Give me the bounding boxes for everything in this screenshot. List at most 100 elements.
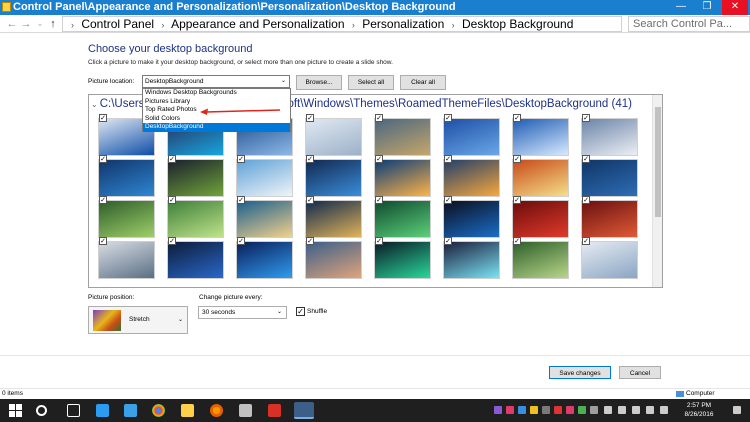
tray-app-icon-2[interactable] — [506, 406, 514, 414]
thumbnail-checkbox[interactable]: ✓ — [237, 155, 245, 163]
thumbnail-checkbox[interactable]: ✓ — [513, 237, 521, 245]
wallpaper-thumbnail[interactable] — [236, 200, 293, 238]
select-all-button[interactable]: Select all — [348, 75, 394, 90]
breadcrumb[interactable]: › Control Panel › Appearance and Persona… — [62, 16, 622, 32]
thumbnail-checkbox[interactable]: ✓ — [168, 196, 176, 204]
printer-icon[interactable] — [239, 404, 252, 417]
thumbnail-checkbox[interactable]: ✓ — [306, 237, 314, 245]
minimize-button[interactable]: — — [668, 0, 694, 15]
wallpaper-thumbnail[interactable] — [512, 200, 569, 238]
thumbnail-checkbox[interactable]: ✓ — [99, 155, 107, 163]
firefox-icon[interactable] — [210, 404, 223, 417]
tray-app-icon-4[interactable] — [530, 406, 538, 414]
scrollbar-thumb[interactable] — [655, 107, 661, 217]
thumbnail-checkbox[interactable]: ✓ — [99, 114, 107, 122]
wallpaper-thumbnail[interactable] — [374, 241, 431, 279]
wallpaper-thumbnail[interactable] — [374, 118, 431, 156]
wallpaper-thumbnail[interactable] — [581, 118, 638, 156]
back-arrow-icon[interactable]: ← — [6, 17, 18, 31]
search-input[interactable]: Search Control Pa... — [628, 16, 750, 32]
wifi-icon[interactable] — [618, 406, 626, 414]
wallpaper-thumbnail[interactable] — [167, 159, 224, 197]
wallpaper-thumbnail[interactable] — [581, 159, 638, 197]
breadcrumb-control-panel[interactable]: Control Panel — [81, 17, 154, 31]
notifications-icon[interactable] — [733, 406, 741, 414]
save-changes-button[interactable]: Save changes — [549, 366, 611, 379]
thumbnail-checkbox[interactable]: ✓ — [168, 237, 176, 245]
calendar-icon[interactable] — [268, 404, 281, 417]
shuffle-checkbox[interactable]: ✓ — [296, 307, 305, 316]
tray-app-icon-1[interactable] — [494, 406, 502, 414]
breadcrumb-appearance[interactable]: Appearance and Personalization — [171, 17, 344, 31]
tray-app-icon-3[interactable] — [518, 406, 526, 414]
wallpaper-thumbnail[interactable] — [236, 159, 293, 197]
cancel-button[interactable]: Cancel — [619, 366, 661, 379]
wallpaper-thumbnail[interactable] — [512, 241, 569, 279]
wallpaper-thumbnail[interactable] — [374, 159, 431, 197]
thumbnail-checkbox[interactable]: ✓ — [306, 155, 314, 163]
thumbnail-checkbox[interactable]: ✓ — [306, 196, 314, 204]
option-solid-colors[interactable]: Solid Colors — [143, 115, 290, 124]
internet-explorer-icon[interactable] — [124, 404, 137, 417]
breadcrumb-personalization[interactable]: Personalization — [362, 17, 444, 31]
wallpaper-thumbnail[interactable] — [305, 118, 362, 156]
thumbnail-checkbox[interactable]: ✓ — [99, 196, 107, 204]
clock[interactable]: 2:57 PM 8/26/2016 — [676, 401, 722, 419]
tray-app-icon-8[interactable] — [578, 406, 586, 414]
wallpaper-thumbnail[interactable] — [98, 200, 155, 238]
thumbnail-checkbox[interactable]: ✓ — [168, 155, 176, 163]
wallpaper-thumbnail[interactable] — [236, 241, 293, 279]
breadcrumb-desktop-background[interactable]: Desktop Background — [462, 17, 573, 31]
wallpaper-thumbnail[interactable] — [512, 118, 569, 156]
battery-icon[interactable] — [646, 406, 654, 414]
wallpaper-thumbnail[interactable] — [374, 200, 431, 238]
volume-icon[interactable] — [632, 406, 640, 414]
up-arrow-icon[interactable]: ↑ — [47, 17, 59, 31]
close-button[interactable]: ✕ — [722, 0, 748, 15]
option-desktopbackground[interactable]: DesktopBackground — [143, 123, 290, 132]
wallpaper-thumbnail[interactable] — [443, 159, 500, 197]
wallpaper-thumbnail[interactable] — [443, 241, 500, 279]
thumbnail-checkbox[interactable]: ✓ — [375, 155, 383, 163]
thumbnail-checkbox[interactable]: ✓ — [513, 155, 521, 163]
wallpaper-thumbnail[interactable] — [581, 241, 638, 279]
forward-arrow-icon[interactable]: → — [20, 17, 32, 31]
wallpaper-thumbnail[interactable] — [167, 241, 224, 279]
tray-app-icon-7[interactable] — [566, 406, 574, 414]
edge-icon[interactable] — [96, 404, 109, 417]
thumbnail-checkbox[interactable]: ✓ — [582, 114, 590, 122]
wallpaper-thumbnail[interactable] — [98, 159, 155, 197]
thumbnail-checkbox[interactable]: ✓ — [582, 196, 590, 204]
file-explorer-icon[interactable] — [181, 404, 194, 417]
wallpaper-thumbnail[interactable] — [305, 241, 362, 279]
start-windows-icon[interactable] — [9, 404, 22, 417]
thumbnail-checkbox[interactable]: ✓ — [444, 237, 452, 245]
search-cortana-icon[interactable] — [36, 405, 47, 416]
wallpaper-thumbnail[interactable] — [98, 241, 155, 279]
change-interval-select[interactable]: 30 seconds ⌄ — [198, 306, 287, 319]
thumbnail-checkbox[interactable]: ✓ — [99, 237, 107, 245]
option-windows-desktop-backgrounds[interactable]: Windows Desktop Backgrounds — [143, 89, 290, 98]
wallpaper-thumbnail[interactable] — [305, 200, 362, 238]
thumbnail-checkbox[interactable]: ✓ — [375, 114, 383, 122]
bluetooth-icon[interactable] — [604, 406, 612, 414]
option-pictures-library[interactable]: Pictures Library — [143, 98, 290, 107]
thumbnail-checkbox[interactable]: ✓ — [237, 237, 245, 245]
thumbnail-checkbox[interactable]: ✓ — [513, 114, 521, 122]
thumbnail-checkbox[interactable]: ✓ — [237, 196, 245, 204]
tray-app-icon-5[interactable] — [542, 406, 550, 414]
gallery-scrollbar[interactable] — [652, 95, 662, 287]
browse-button[interactable]: Browse... — [296, 75, 342, 90]
wallpaper-thumbnail[interactable] — [443, 200, 500, 238]
keyboard-icon[interactable] — [660, 406, 668, 414]
wallpaper-thumbnail[interactable] — [167, 200, 224, 238]
thumbnail-checkbox[interactable]: ✓ — [444, 155, 452, 163]
tray-app-icon-6[interactable] — [554, 406, 562, 414]
picture-position-select[interactable]: Stretch ⌄ — [88, 306, 188, 334]
thumbnail-checkbox[interactable]: ✓ — [582, 237, 590, 245]
chrome-icon[interactable] — [152, 404, 165, 417]
wallpaper-thumbnail[interactable] — [305, 159, 362, 197]
wallpaper-thumbnail[interactable] — [443, 118, 500, 156]
wallpaper-thumbnail[interactable] — [512, 159, 569, 197]
control-panel-taskbar-icon[interactable] — [294, 402, 314, 419]
